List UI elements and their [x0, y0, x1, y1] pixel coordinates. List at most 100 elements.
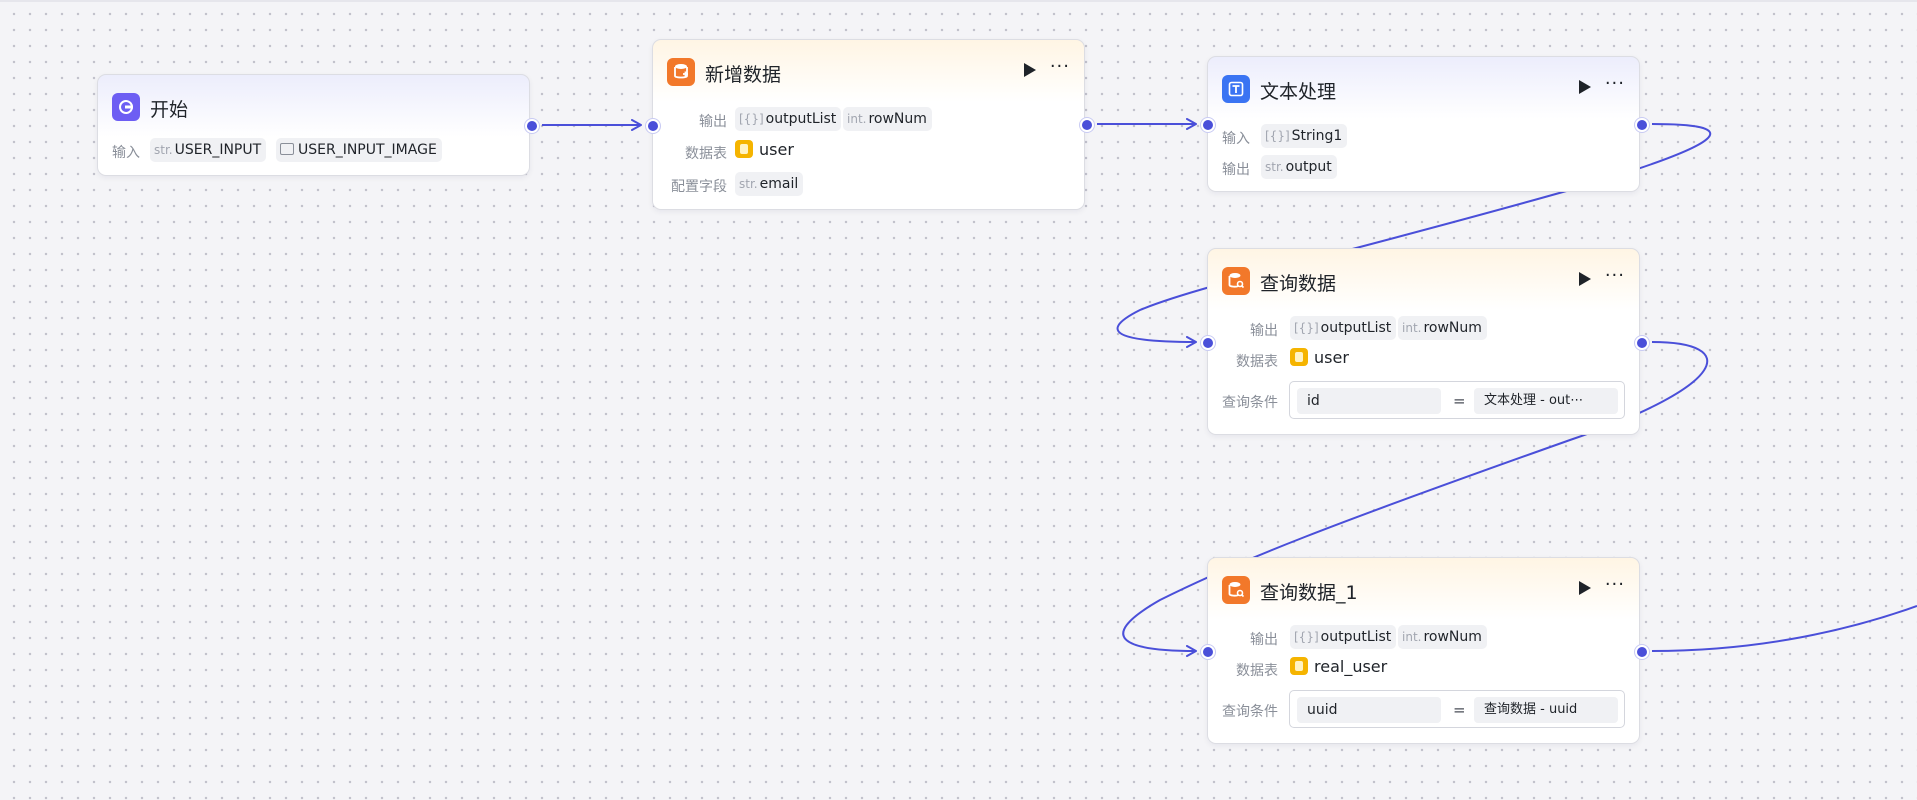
node-text-process-header: 文本处理 ···	[1222, 73, 1627, 105]
node-start-input-row: 输入 str. USER_INPUT USER_INPUT_IMAGE	[98, 137, 519, 163]
start-icon	[112, 93, 140, 121]
node-add-data-title: 新增数据	[705, 64, 782, 86]
node-query[interactable]: 查询数据 ··· 输出 [{}] outputList int. rowNum 数据…	[1207, 248, 1640, 435]
table-name: user	[759, 140, 794, 159]
database-query-icon	[1222, 576, 1250, 604]
node-query-header: 查询数据 ···	[1222, 265, 1627, 297]
image-icon	[280, 143, 294, 155]
table-value: real_user	[1290, 657, 1387, 676]
node-query-condition-row: 查询条件 id = 文本处理 - out⋯	[1208, 381, 1629, 421]
node-text-process-title: 文本处理	[1260, 81, 1337, 103]
type-prefix: str.	[154, 143, 173, 157]
field-label: 配置字段	[671, 179, 727, 195]
play-icon[interactable]	[1579, 80, 1591, 94]
input-tag-user-input-image: USER_INPUT_IMAGE	[276, 138, 442, 162]
node-add-data-output-port[interactable]	[1080, 118, 1094, 132]
node-add-data-field-row: 配置字段 str. email	[653, 171, 1074, 197]
table-label: 数据表	[1236, 663, 1278, 679]
type-prefix: [{}]	[1294, 630, 1319, 644]
output-label: 输出	[699, 114, 727, 130]
node-add-data-output-row: 输出 [{}] outputList int. rowNum	[653, 106, 1074, 132]
type-prefix: [{}]	[1265, 129, 1290, 143]
node-query-1-table-row: 数据表 real_user	[1208, 655, 1629, 681]
database-query-icon	[1222, 267, 1250, 295]
condition-right-field[interactable]: 查询数据 - uuid	[1474, 697, 1618, 723]
param-name: USER_INPUT_IMAGE	[298, 142, 437, 158]
condition-left-field[interactable]: uuid	[1297, 697, 1441, 723]
output-tag-rownum: int. rowNum	[1398, 625, 1487, 649]
input-label: 输入	[1222, 131, 1250, 147]
node-add-data[interactable]: 新增数据 ··· 输出 [{}] outputList int. rowNum 数据…	[652, 39, 1085, 210]
more-icon[interactable]: ···	[1605, 574, 1625, 595]
text-process-icon	[1222, 75, 1250, 103]
output-label: 输出	[1250, 632, 1278, 648]
condition-left-field[interactable]: id	[1297, 388, 1441, 414]
database-icon	[735, 140, 753, 158]
type-prefix: [{}]	[739, 112, 764, 126]
node-query-1-header: 查询数据_1 ···	[1222, 574, 1627, 606]
more-icon[interactable]: ···	[1050, 56, 1070, 77]
input-label: 输入	[112, 145, 140, 161]
output-label: 输出	[1250, 323, 1278, 339]
param-name: output	[1285, 159, 1332, 175]
node-query-input-port[interactable]	[1201, 336, 1215, 350]
node-text-process-input-port[interactable]	[1201, 118, 1215, 132]
node-start[interactable]: 开始 输入 str. USER_INPUT USER_INPUT_IMAGE	[97, 74, 530, 176]
node-start-title: 开始	[150, 99, 189, 121]
condition-operator: =	[1453, 392, 1466, 410]
node-text-process-output-row: 输出 str. output	[1208, 154, 1629, 180]
type-prefix: [{}]	[1294, 321, 1319, 335]
node-query-output-row: 输出 [{}] outputList int. rowNum	[1208, 315, 1629, 341]
node-start-output-port[interactable]	[525, 119, 539, 133]
play-icon[interactable]	[1579, 272, 1591, 286]
node-add-data-header: 新增数据 ···	[667, 56, 1072, 88]
play-icon[interactable]	[1024, 63, 1036, 77]
param-name: outputList	[1320, 320, 1392, 336]
node-query-1[interactable]: 查询数据_1 ··· 输出 [{}] outputList int. rowNum …	[1207, 557, 1640, 744]
input-tag-user-input: str. USER_INPUT	[150, 138, 267, 162]
type-prefix: int.	[847, 112, 867, 126]
param-name: outputList	[1320, 629, 1392, 645]
database-icon	[1290, 657, 1308, 675]
table-name: user	[1314, 348, 1349, 367]
param-name: String1	[1291, 128, 1343, 144]
condition-label: 查询条件	[1222, 395, 1278, 411]
node-query-output-port[interactable]	[1635, 336, 1649, 350]
database-add-icon	[667, 58, 695, 86]
play-icon[interactable]	[1579, 581, 1591, 595]
type-prefix: int.	[1402, 321, 1422, 335]
output-label: 输出	[1222, 162, 1250, 178]
condition-operator: =	[1453, 701, 1466, 719]
condition-label: 查询条件	[1222, 704, 1278, 720]
edge-query1-to-next[interactable]	[1651, 605, 1917, 652]
more-icon[interactable]: ···	[1605, 73, 1625, 94]
table-value: user	[1290, 348, 1349, 367]
node-query-1-input-port[interactable]	[1201, 645, 1215, 659]
output-tag-rownum: int. rowNum	[1398, 316, 1487, 340]
node-text-process-input-row: 输入 [{}] String1	[1208, 123, 1629, 149]
node-text-process-output-port[interactable]	[1635, 118, 1649, 132]
param-name: rowNum	[868, 111, 927, 127]
type-prefix: int.	[1402, 630, 1422, 644]
output-tag-rownum: int. rowNum	[843, 107, 932, 131]
param-name: email	[759, 176, 799, 192]
type-prefix: str.	[739, 177, 758, 191]
node-text-process[interactable]: 文本处理 ··· 输入 [{}] String1 输出 str. output	[1207, 56, 1640, 192]
output-tag-output: str. output	[1261, 155, 1337, 179]
node-add-data-input-port[interactable]	[646, 119, 660, 133]
param-name: rowNum	[1423, 629, 1482, 645]
table-label: 数据表	[685, 146, 727, 162]
type-prefix: str.	[1265, 160, 1284, 174]
more-icon[interactable]: ···	[1605, 265, 1625, 286]
node-add-data-table-row: 数据表 user	[653, 138, 1074, 164]
table-label: 数据表	[1236, 354, 1278, 370]
output-tag-outputlist: [{}] outputList	[1290, 625, 1397, 649]
node-query-1-output-port[interactable]	[1635, 645, 1649, 659]
condition-right-field[interactable]: 文本处理 - out⋯	[1474, 388, 1618, 414]
node-query-1-title: 查询数据_1	[1260, 582, 1358, 604]
input-tag-string1: [{}] String1	[1261, 124, 1348, 148]
field-tag-email: str. email	[735, 172, 804, 196]
condition-box: uuid = 查询数据 - uuid	[1289, 690, 1625, 728]
database-icon	[1290, 348, 1308, 366]
table-name: real_user	[1314, 657, 1388, 676]
